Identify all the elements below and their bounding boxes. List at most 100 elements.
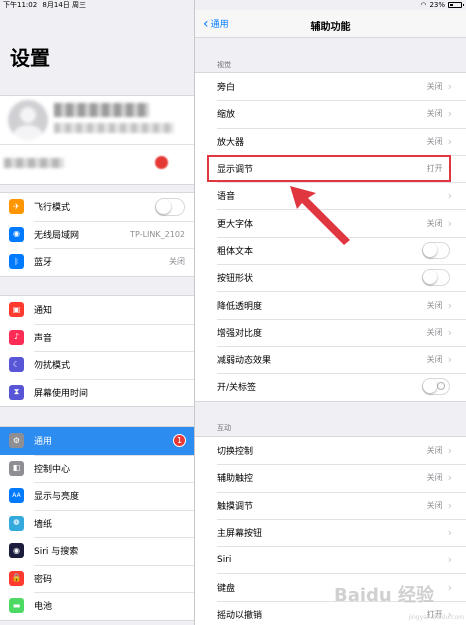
sidebar-item[interactable]: ⚙ 通用 1 xyxy=(0,427,194,455)
settings-row-label: 旁白 xyxy=(217,83,236,94)
chevron-right-icon: › xyxy=(447,325,452,339)
sidebar-item-value: 关闭 xyxy=(169,257,185,267)
sidebar-item-label: 墙纸 xyxy=(34,519,53,530)
apple-id-card[interactable] xyxy=(0,95,194,185)
chevron-right-icon: › xyxy=(447,471,452,485)
sound-icon: ♪ xyxy=(9,329,24,345)
sidebar-item-label: 控制中心 xyxy=(34,464,71,475)
status-bar: 下午11:02 8月14日 周三 ◠ 23% xyxy=(0,0,466,10)
settings-row[interactable]: 触摸调节 关闭 › xyxy=(195,491,466,519)
sidebar-item-label: 通知 xyxy=(34,306,53,317)
settings-group-notifications: ▣ 通知 ♪ 声音 ☾ 勿扰模式 ⧗ 屏幕使用时间 xyxy=(0,295,194,407)
settings-row[interactable]: 更大字体 关闭 › xyxy=(195,209,466,236)
notification-badge xyxy=(155,156,168,169)
settings-row-label: 触摸调节 xyxy=(217,501,254,512)
section-header-interaction: 互动 xyxy=(217,424,231,432)
sidebar-item-value: TP-LINK_2102 xyxy=(130,229,185,239)
chevron-right-icon: › xyxy=(447,553,452,567)
settings-row-label: 辅助触控 xyxy=(217,474,254,485)
sidebar-item-label: Siri 与搜索 xyxy=(34,547,79,558)
settings-row[interactable]: 按钮形状 xyxy=(195,264,466,291)
chevron-right-icon: › xyxy=(447,189,452,203)
moon-icon: ☾ xyxy=(9,357,24,373)
settings-row[interactable]: 增强对比度 关闭 › xyxy=(195,318,466,346)
sidebar-item-label: 显示与亮度 xyxy=(34,492,80,503)
nav-bar: ‹ 通用 辅助功能 xyxy=(195,10,466,38)
settings-row[interactable]: 旁白 关闭 › xyxy=(195,73,466,100)
settings-row[interactable]: 开/关标签 xyxy=(195,373,466,400)
settings-row[interactable]: 主屏幕按钮 › xyxy=(195,518,466,546)
sidebar-item-label: 无线局域网 xyxy=(34,230,80,241)
settings-row[interactable]: 粗体文本 xyxy=(195,236,466,264)
sidebar-item-label: 飞行模式 xyxy=(34,203,71,214)
settings-row-value: 关闭 xyxy=(426,300,443,310)
sidebar-item-label: 声音 xyxy=(34,333,53,344)
settings-row[interactable]: 切换控制 关闭 › xyxy=(195,437,466,464)
chevron-right-icon: › xyxy=(447,498,452,512)
sidebar-item[interactable]: ☾ 勿扰模式 xyxy=(0,351,194,379)
chevron-right-icon: › xyxy=(447,134,452,148)
settings-row[interactable]: Siri › xyxy=(195,546,466,573)
sidebar-item[interactable]: ❁ 墙纸 xyxy=(0,509,194,538)
sidebar-item[interactable]: ◧ 控制中心 xyxy=(0,454,194,483)
badge: 1 xyxy=(173,434,186,448)
settings-row-label: 降低透明度 xyxy=(217,301,263,312)
toggle-switch[interactable] xyxy=(422,269,450,287)
settings-group-connectivity: ✈ 飞行模式 ◉ 无线局域网 TP-LINK_2102 ᛒ 蓝牙 关闭 xyxy=(0,192,194,277)
toggle-switch[interactable] xyxy=(422,378,450,396)
settings-row[interactable]: 语音 › xyxy=(195,182,466,209)
battery-percent: 23% xyxy=(429,1,445,9)
settings-row-label: Siri xyxy=(217,554,232,565)
sidebar-item[interactable]: ▬ 电池 xyxy=(0,592,194,620)
sidebar-item[interactable]: ◉ 无线局域网 TP-LINK_2102 xyxy=(0,220,194,249)
hourglass-icon: ⧗ xyxy=(9,384,24,400)
divider xyxy=(0,144,194,145)
chevron-right-icon: › xyxy=(447,298,452,312)
sidebar-item[interactable]: ⧗ 屏幕使用时间 xyxy=(0,378,194,407)
settings-row-label: 语音 xyxy=(217,192,236,203)
toggle-switch[interactable] xyxy=(422,241,450,259)
settings-row[interactable]: 降低透明度 关闭 › xyxy=(195,291,466,318)
airplane-mode-toggle[interactable] xyxy=(155,197,185,216)
chevron-right-icon: › xyxy=(447,80,452,94)
settings-sidebar: 设置 ✈ 飞行模式 ◉ 无线局域网 TP-LINK_2102 ᛒ 蓝牙 关闭 ▣ 通知 ♪ 声音 ☾ 勿… xyxy=(0,10,194,625)
notification-icon: ▣ xyxy=(9,302,24,318)
chevron-right-icon: › xyxy=(447,353,452,367)
status-right: ◠ 23% xyxy=(420,0,464,10)
settings-row-label: 开/关标签 xyxy=(217,383,257,394)
sidebar-item[interactable]: 🔒 密码 xyxy=(0,564,194,593)
settings-row-value: 关闭 xyxy=(426,109,443,119)
settings-row[interactable]: 放大器 关闭 › xyxy=(195,127,466,155)
settings-row-value: 关闭 xyxy=(426,82,443,92)
sidebar-item[interactable]: ♪ 声音 xyxy=(0,323,194,352)
settings-row[interactable]: 减弱动态效果 关闭 › xyxy=(195,345,466,373)
watermark: Baidu 经验 jingyan.baidu.com xyxy=(334,581,464,621)
settings-row-label: 按钮形状 xyxy=(217,274,254,285)
settings-row[interactable]: 缩放 关闭 › xyxy=(195,100,466,127)
settings-row[interactable]: 辅助触控 关闭 › xyxy=(195,464,466,491)
battery-icon xyxy=(448,2,464,8)
settings-row-value: 打开 xyxy=(426,164,443,174)
lock-icon: 🔒 xyxy=(9,570,24,586)
chevron-right-icon: › xyxy=(447,162,452,176)
wifi-icon: ◠ xyxy=(420,1,427,9)
sidebar-item[interactable]: ✈ 飞行模式 xyxy=(0,193,194,221)
settings-row-label: 切换控制 xyxy=(217,447,254,458)
settings-row[interactable]: 显示调节 打开 › xyxy=(195,154,466,182)
settings-row-label: 显示调节 xyxy=(217,165,254,176)
control-center-icon: ◧ xyxy=(9,460,24,476)
settings-row-label: 减弱动态效果 xyxy=(217,356,272,367)
sidebar-item-label: 屏幕使用时间 xyxy=(34,388,89,399)
sidebar-item[interactable]: ◉ Siri 与搜索 xyxy=(0,537,194,565)
sidebar-item[interactable]: AA 显示与亮度 xyxy=(0,482,194,510)
sidebar-item[interactable]: ᛒ 蓝牙 关闭 xyxy=(0,248,194,276)
sidebar-item-label: 勿扰模式 xyxy=(34,361,71,372)
chevron-right-icon: › xyxy=(447,107,452,121)
battery-icon: ▬ xyxy=(9,598,24,614)
bluetooth-icon: ᛒ xyxy=(9,254,24,270)
sidebar-item[interactable]: ▣ 通知 xyxy=(0,296,194,324)
blurred-row-label[interactable] xyxy=(4,158,64,168)
sidebar-item-label: 电池 xyxy=(34,602,53,613)
settings-row-label: 更大字体 xyxy=(217,219,254,230)
watermark-url: jingyan.baidu.com xyxy=(408,614,464,621)
